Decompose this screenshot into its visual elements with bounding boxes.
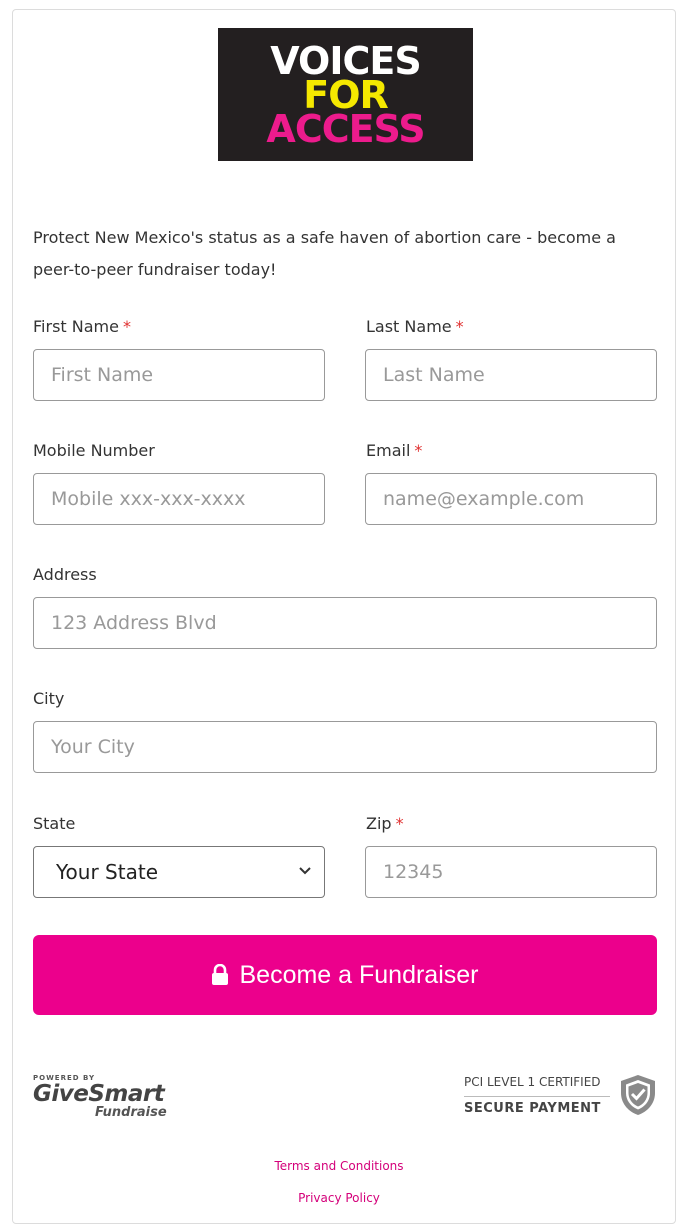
first-name-label: First Name * [33,317,131,337]
pci-certified-text: PCI LEVEL 1 CERTIFIED [464,1075,601,1089]
givesmart-sub: Fundraise [95,1105,167,1120]
email-input[interactable] [365,473,657,525]
pci-divider [464,1096,610,1097]
zip-label: Zip * [366,814,404,834]
become-fundraiser-button[interactable]: Become a Fundraiser [33,935,657,1015]
address-label: Address [33,565,97,584]
required-marker: * [414,441,423,460]
first-name-input[interactable] [33,349,325,401]
required-marker: * [395,814,404,833]
mobile-number-label: Mobile Number [33,441,155,460]
mobile-number-input[interactable] [33,473,325,525]
state-select[interactable]: Your State [33,846,325,898]
state-select-value: Your State [56,860,158,884]
pci-badge: PCI LEVEL 1 CERTIFIED SECURE PAYMENT [464,1073,659,1121]
city-input[interactable] [33,721,657,773]
city-label: City [33,689,65,708]
last-name-input[interactable] [365,349,657,401]
chevron-down-icon [299,867,311,875]
voices-for-access-logo: VOICES FOR ACCESS [218,28,473,161]
become-fundraiser-label: Become a Fundraiser [239,960,479,989]
email-label: Email * [366,441,422,461]
last-name-label: Last Name * [366,317,464,337]
privacy-link[interactable]: Privacy Policy [0,1191,678,1205]
address-input[interactable] [33,597,657,649]
state-label: State [33,814,76,833]
givesmart-brand: GiveSmart [33,1081,165,1107]
shield-check-icon [621,1075,655,1115]
required-marker: * [455,317,464,336]
email-label-text: Email [366,441,411,460]
lock-icon [212,964,229,985]
intro-text: Protect New Mexico's status as a safe ha… [33,228,616,279]
secure-payment-text: SECURE PAYMENT [464,1101,601,1116]
givesmart-logo: POWERED BY GiveSmart Fundraise [33,1074,183,1129]
first-name-label-text: First Name [33,317,119,336]
terms-link[interactable]: Terms and Conditions [0,1159,678,1173]
zip-input[interactable] [365,846,657,898]
zip-label-text: Zip [366,814,392,833]
required-marker: * [122,317,131,336]
last-name-label-text: Last Name [366,317,452,336]
logo-line-3: ACCESS [266,106,425,151]
